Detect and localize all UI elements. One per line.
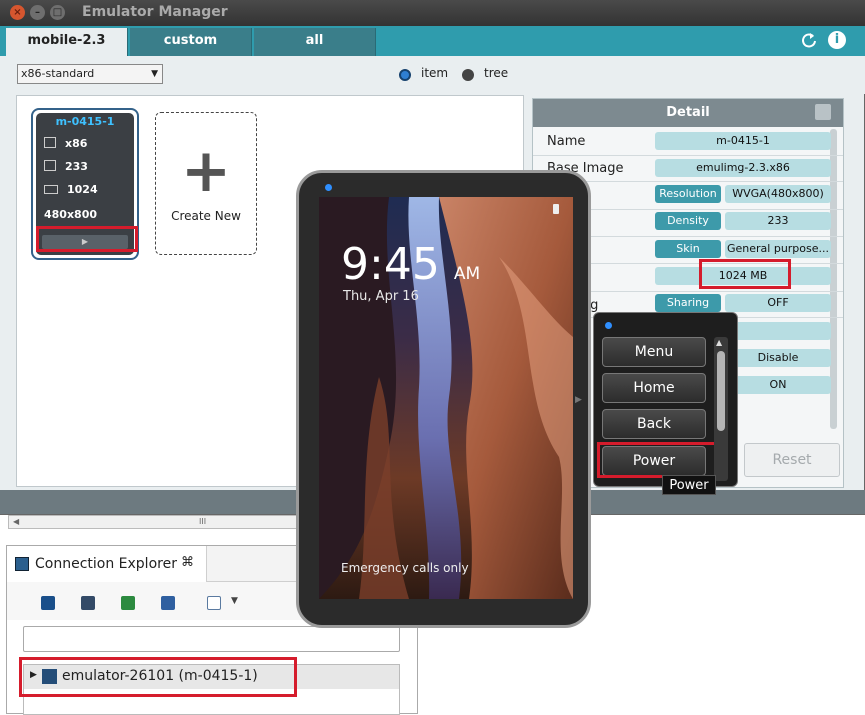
vm-disk: 1024 xyxy=(67,183,98,196)
platform-select-value: x86-standard xyxy=(21,67,95,80)
close-view-icon[interactable]: ⌘ xyxy=(181,555,194,570)
skin-value: General purpose... xyxy=(725,240,831,258)
led-indicator xyxy=(325,184,332,191)
lock-date: Thu, Apr 16 xyxy=(343,289,419,304)
connection-explorer-icon xyxy=(15,557,29,571)
sharing-key: Sharing xyxy=(655,294,721,312)
size-highlight xyxy=(699,259,791,289)
scroll-thumb[interactable] xyxy=(717,351,725,431)
tab-all[interactable]: all xyxy=(254,28,376,56)
edit-icon[interactable] xyxy=(815,104,831,120)
density-value: 233 xyxy=(725,212,831,230)
sharing-value: OFF xyxy=(725,294,831,312)
vm-cpu: x86 xyxy=(65,137,88,150)
connect-icon[interactable] xyxy=(41,596,55,610)
resolution-value: WVGA(480x800) xyxy=(725,185,831,203)
maximize-icon[interactable]: □ xyxy=(50,5,65,20)
scroll-left-icon[interactable]: ◀ xyxy=(13,517,19,526)
close-icon[interactable]: × xyxy=(10,5,25,20)
base-image-value: emulimg-2.3.x86 xyxy=(655,159,831,177)
info-icon[interactable]: i xyxy=(828,31,846,49)
vm-name: m-0415-1 xyxy=(55,115,115,128)
lock-time: 9:45 xyxy=(341,239,440,290)
export-icon[interactable] xyxy=(161,596,175,610)
create-new-button[interactable]: + Create New xyxy=(155,112,257,255)
vm-cpu-row: x86 xyxy=(44,137,87,150)
create-new-label: Create New xyxy=(171,209,241,223)
refresh-icon[interactable] xyxy=(800,31,818,49)
emergency-calls: Emergency calls only xyxy=(341,561,469,575)
tab-connection-explorer[interactable]: Connection Explorer ⌘ xyxy=(7,546,207,582)
vm-resolution: 480x800 xyxy=(44,208,98,221)
vm-disk-row: 1024 xyxy=(44,183,98,196)
platform-select[interactable]: x86-standard ▼ xyxy=(17,64,163,84)
view-tree-radio[interactable] xyxy=(462,69,474,81)
vm-card[interactable]: m-0415-1 x86 233 1024 480x800 ▶ xyxy=(31,108,139,260)
view-tree-label: tree xyxy=(484,66,509,80)
resolution-key: Resolution xyxy=(655,185,721,203)
launch-highlight xyxy=(36,226,138,252)
panel-toggle-icon[interactable]: ▶ xyxy=(575,395,582,405)
lock-ampm: AM xyxy=(453,264,481,284)
chevron-down-icon: ▼ xyxy=(151,69,158,79)
name-value: m-0415-1 xyxy=(655,132,831,150)
name-label: Name xyxy=(547,134,586,149)
scroll-up-icon[interactable]: ▲ xyxy=(716,338,722,347)
window-title: Emulator Manager xyxy=(82,4,228,20)
layout-icon[interactable] xyxy=(207,596,221,610)
plus-icon: + xyxy=(180,136,232,206)
minimize-icon[interactable]: – xyxy=(30,5,45,20)
device-highlight xyxy=(19,657,297,697)
push-file-icon[interactable] xyxy=(81,596,95,610)
cpu-icon xyxy=(44,137,56,148)
led-indicator xyxy=(605,322,612,329)
view-item-label: item xyxy=(421,66,449,80)
battery-icon xyxy=(553,204,559,214)
emulator-skin: 9:45 AM Thu, Apr 16 Emergency calls only… xyxy=(296,170,591,628)
vm-ram: 233 xyxy=(65,160,88,173)
tooltip: Power xyxy=(662,475,716,495)
disable-value: Disable xyxy=(725,349,831,367)
import-icon[interactable] xyxy=(121,596,135,610)
view-item-radio[interactable] xyxy=(399,69,411,81)
connection-explorer-title: Connection Explorer xyxy=(35,556,177,572)
dropdown-icon[interactable]: ▼ xyxy=(231,596,238,606)
filter-input[interactable] xyxy=(23,626,400,652)
vm-ram-row: 233 xyxy=(44,160,88,173)
tab-custom[interactable]: custom xyxy=(130,28,252,56)
horizontal-scrollbar[interactable]: ◀ III xyxy=(8,515,308,529)
ram-icon xyxy=(44,160,56,171)
menu-button[interactable]: Menu xyxy=(602,337,706,367)
skin-key: Skin xyxy=(655,240,721,258)
power-highlight xyxy=(597,442,720,478)
density-key: Density xyxy=(655,212,721,230)
on-value: ON xyxy=(725,376,831,394)
scroll-thumb[interactable]: III xyxy=(199,517,206,526)
lock-clock: 9:45 AM xyxy=(341,239,480,290)
disk-icon xyxy=(44,185,58,194)
control-panel: Menu Home Back Power ▲ xyxy=(593,312,738,487)
reset-button[interactable]: Reset xyxy=(744,443,840,477)
filter-bar: x86-standard ▼ item tree xyxy=(0,56,865,94)
tab-bar: mobile-2.3 custom all i xyxy=(0,26,865,56)
emulator-screen[interactable]: 9:45 AM Thu, Apr 16 Emergency calls only xyxy=(319,197,573,599)
title-bar: × – □ Emulator Manager xyxy=(0,0,865,26)
control-panel-scrollbar[interactable]: ▲ xyxy=(714,337,728,481)
detail-scrollbar[interactable] xyxy=(830,129,837,429)
home-button[interactable]: Home xyxy=(602,373,706,403)
tab-mobile[interactable]: mobile-2.3 xyxy=(6,28,128,56)
detail-title: Detail xyxy=(533,99,843,127)
back-button[interactable]: Back xyxy=(602,409,706,439)
divider xyxy=(533,155,843,156)
